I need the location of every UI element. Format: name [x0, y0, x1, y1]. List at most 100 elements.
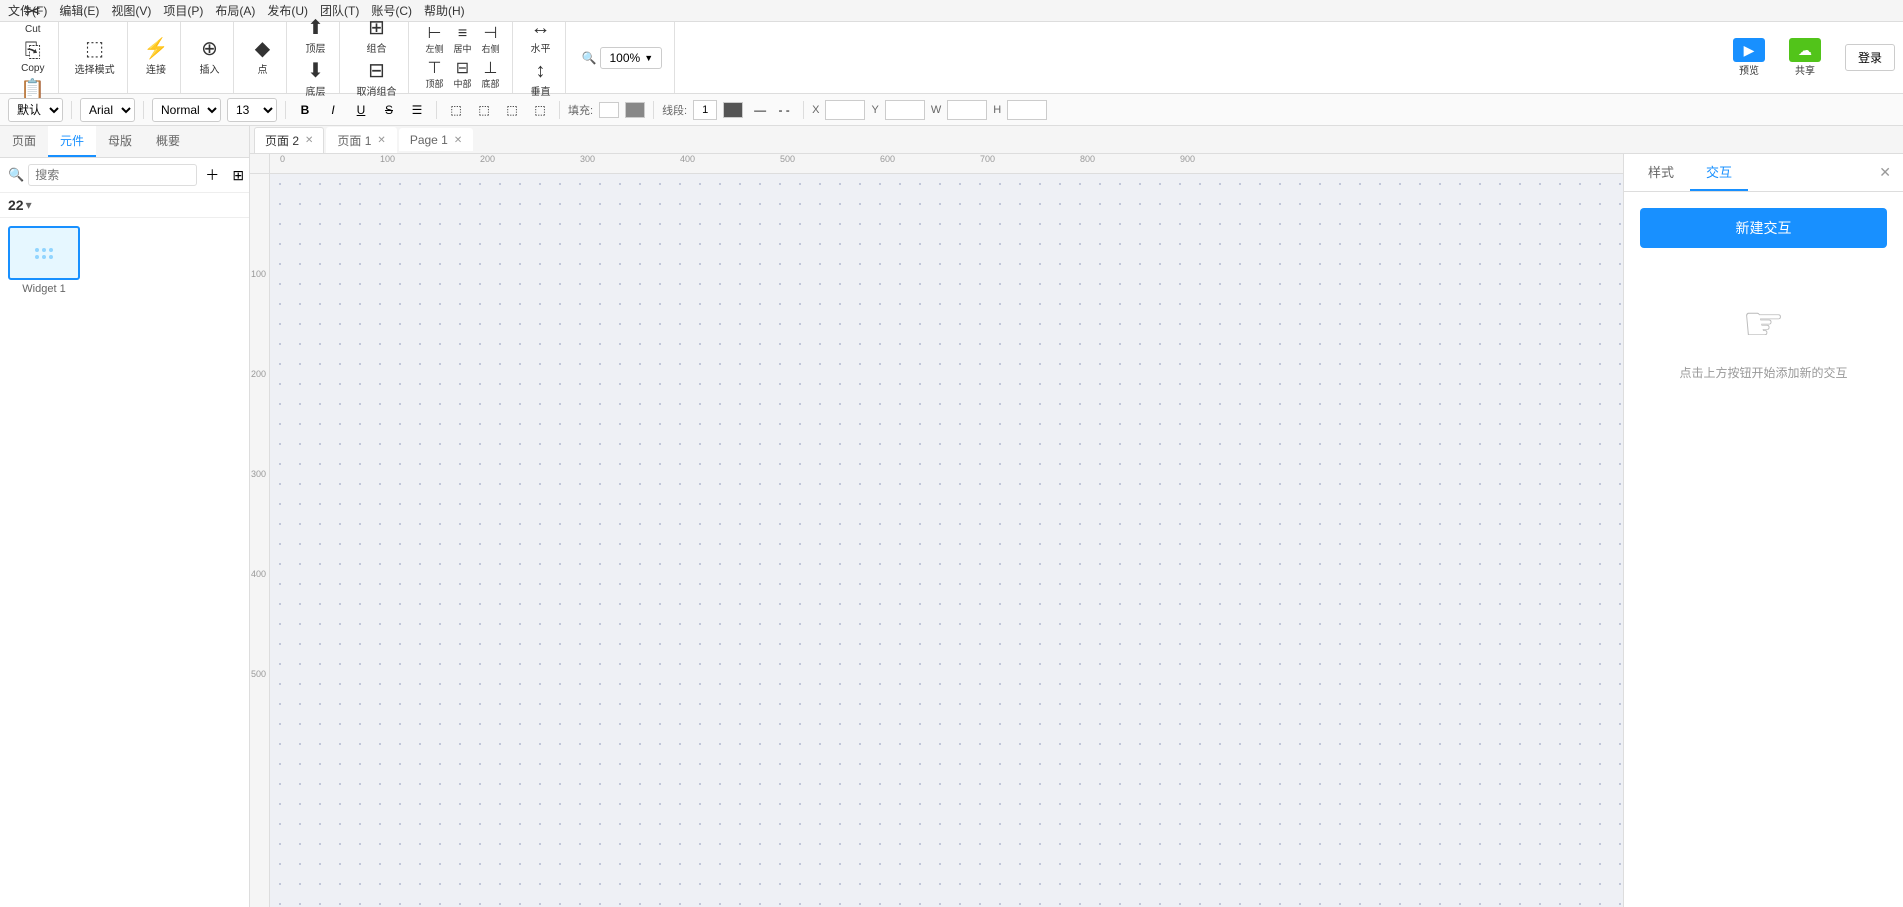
right-panel-close-button[interactable]: ✕ — [1875, 160, 1895, 185]
widget-item[interactable]: Widget 1 — [8, 226, 80, 295]
separator-1 — [71, 101, 72, 119]
strikethrough-button[interactable]: S — [378, 99, 400, 121]
italic-button[interactable]: I — [322, 99, 344, 121]
add-component-button[interactable]: ＋ — [201, 164, 223, 186]
right-panel-tab-style[interactable]: 样式 — [1632, 154, 1690, 191]
separator-4 — [436, 101, 437, 119]
list-button[interactable]: ☰ — [406, 99, 428, 121]
ruler-h-tick-700: 700 — [980, 154, 995, 164]
line-color-picker[interactable] — [723, 102, 743, 118]
format-bar: 默认 Arial Normal 13 B I U S ☰ ⬚ ⬚ ⬚ ⬚ 填充:… — [0, 94, 1903, 126]
components-count: 22 — [8, 197, 24, 213]
copy-button[interactable]: ⎘ Copy — [17, 39, 49, 76]
menu-edit[interactable]: 编辑(E) — [59, 2, 99, 19]
font-style-select[interactable]: Normal — [152, 98, 221, 122]
w-label: W — [931, 104, 941, 116]
connect-section: ⚡ 连接 — [132, 22, 182, 93]
login-button[interactable]: 登录 — [1845, 44, 1895, 71]
solid-line-button[interactable]: — — [749, 99, 771, 121]
distribute-h-button[interactable]: ↔ 水平 — [525, 16, 557, 57]
ruler-h-tick-800: 800 — [1080, 154, 1095, 164]
w-input[interactable] — [947, 100, 987, 120]
page-tab-page1-close[interactable]: ✕ — [454, 135, 462, 146]
separator-3 — [285, 101, 286, 119]
ruler-h-ticks: 0 100 200 300 400 500 600 700 800 900 — [270, 154, 1623, 174]
connect-button[interactable]: ⚡ 连接 — [140, 37, 173, 78]
group-icon: ⊞ — [368, 18, 385, 38]
cut-button[interactable]: ✂ Cut — [17, 0, 49, 37]
right-panel-tab-interaction[interactable]: 交互 — [1690, 154, 1748, 191]
align-center-text-button[interactable]: ⬚ — [473, 99, 495, 121]
page-tab-1[interactable]: 页面 1 ✕ — [326, 127, 396, 153]
top-layer-button[interactable]: ⬆ 顶层 — [299, 16, 331, 57]
sidebar-tab-pages[interactable]: 页面 — [0, 126, 48, 157]
align-justify-text-button[interactable]: ⬚ — [529, 99, 551, 121]
bottom-layer-button[interactable]: ⬇ 底层 — [299, 59, 331, 100]
page-tab-2[interactable]: 页面 2 ✕ — [254, 127, 324, 153]
separator-2 — [143, 101, 144, 119]
insert-button[interactable]: ⊕ 插入 — [193, 37, 225, 78]
cut-label: Cut — [25, 24, 41, 35]
align-left-button[interactable]: ⊢ 左侧 — [421, 24, 447, 57]
style-preset-select[interactable]: 默认 — [8, 98, 63, 122]
fill-color-picker[interactable] — [599, 102, 619, 118]
ruler-v-tick-300: 300 — [251, 469, 266, 479]
preview-button[interactable]: ▶ 预览 — [1725, 34, 1773, 81]
cursor-icon: ☞ — [1742, 296, 1785, 352]
align-right-button[interactable]: ⊣ 右侧 — [478, 24, 504, 57]
align-bottom-icon: ⊥ — [484, 61, 498, 77]
underline-button[interactable]: U — [350, 99, 372, 121]
sidebar-tab-components[interactable]: 元件 — [48, 126, 96, 157]
align-left-label: 左侧 — [425, 42, 443, 55]
align-bottom-button[interactable]: ⊥ 底部 — [478, 59, 504, 92]
zoom-button[interactable]: 100% ▼ — [600, 47, 662, 69]
x-input[interactable] — [825, 100, 865, 120]
page-tab-1-close[interactable]: ✕ — [377, 135, 385, 146]
font-select[interactable]: Arial — [80, 98, 135, 122]
group-button[interactable]: ⊞ 组合 — [360, 16, 392, 57]
ungroup-button[interactable]: ⊟ 取消组合 — [352, 59, 400, 100]
line-style-options: — - - — [749, 99, 795, 121]
dashed-line-button[interactable]: - - — [773, 99, 795, 121]
menu-bar: 文件(F) 编辑(E) 视图(V) 项目(P) 布局(A) 发布(U) 团队(T… — [0, 0, 1903, 22]
right-panel-body: 新建交互 ☞ 点击上方按钮开始添加新的交互 — [1624, 192, 1903, 907]
select-mode-button[interactable]: ⬚ 选择模式 — [71, 37, 119, 78]
menu-layout[interactable]: 布局(A) — [215, 2, 255, 19]
h-input[interactable] — [1007, 100, 1047, 120]
insert-label: 插入 — [199, 61, 219, 76]
new-interaction-button[interactable]: 新建交互 — [1640, 208, 1887, 248]
align-left-text-button[interactable]: ⬚ — [445, 99, 467, 121]
y-input[interactable] — [885, 100, 925, 120]
sidebar-tab-outline[interactable]: 概要 — [144, 126, 192, 157]
align-top-button[interactable]: ⊤ 顶部 — [421, 59, 447, 92]
bold-button[interactable]: B — [294, 99, 316, 121]
ruler-h-tick-0: 0 — [280, 154, 285, 164]
group-label: 组合 — [366, 40, 386, 55]
ruler-h-tick-200: 200 — [480, 154, 495, 164]
insert-section: ⊕ 插入 — [185, 22, 234, 93]
menu-view[interactable]: 视图(V) — [111, 2, 151, 19]
menu-help[interactable]: 帮助(H) — [424, 2, 465, 19]
align-right-text-button[interactable]: ⬚ — [501, 99, 523, 121]
page-tab-2-close[interactable]: ✕ — [305, 135, 313, 146]
sidebar-tab-masters[interactable]: 母版 — [96, 126, 144, 157]
import-button[interactable]: ⊞ — [227, 164, 249, 186]
search-input[interactable] — [28, 164, 197, 186]
share-button[interactable]: ☁ 共享 — [1781, 34, 1829, 81]
line-width-input[interactable] — [693, 100, 717, 120]
separator-5 — [559, 101, 560, 119]
align-middle-button[interactable]: ⊟ 中部 — [450, 59, 476, 92]
distribute-v-label: 垂直 — [531, 83, 551, 98]
fill-color-picker2[interactable] — [625, 102, 645, 118]
align-center-button[interactable]: ≡ 居中 — [450, 24, 476, 57]
interaction-empty-state: ☞ 点击上方按钮开始添加新的交互 — [1679, 296, 1847, 381]
preview-icon: ▶ — [1733, 38, 1765, 62]
h-label: H — [993, 104, 1001, 116]
menu-project[interactable]: 项目(P) — [163, 2, 203, 19]
point-button[interactable]: ◆ 点 — [246, 37, 278, 78]
font-size-select[interactable]: 13 — [227, 98, 277, 122]
distribute-v-button[interactable]: ↕ 垂直 — [525, 59, 557, 100]
canvas-main[interactable] — [270, 174, 1623, 907]
widget-name: Widget 1 — [22, 283, 65, 295]
page-tab-page1[interactable]: Page 1 ✕ — [399, 128, 473, 151]
